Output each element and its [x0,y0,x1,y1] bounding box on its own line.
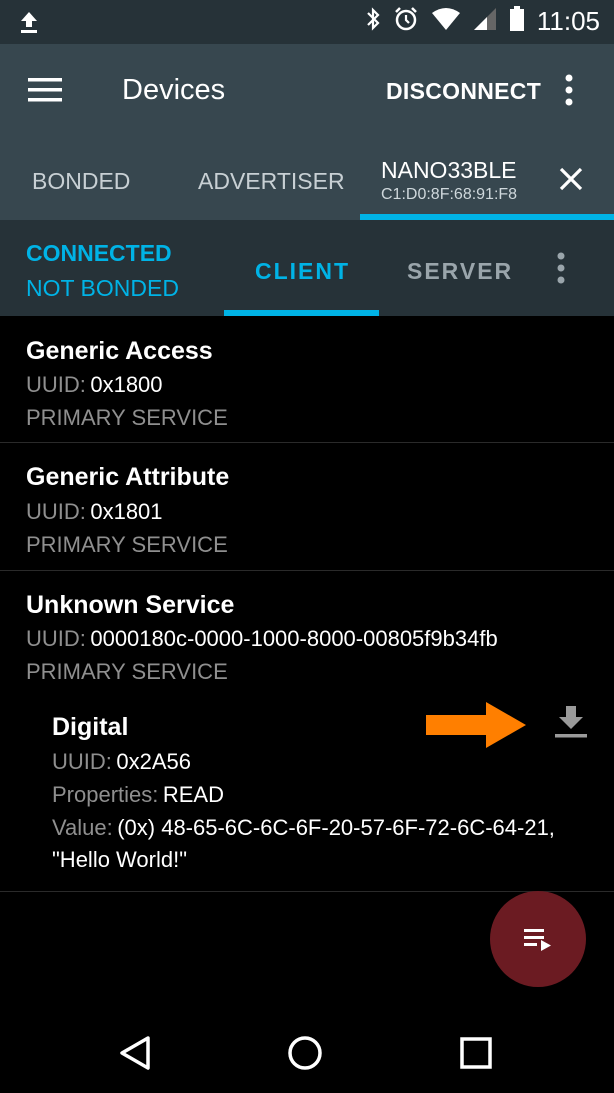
service-uuid: 0x1800 [90,372,163,397]
app-toolbar: Devices DISCONNECT [0,44,614,140]
service-name: Generic Attribute [26,463,230,491]
system-nav-bar [0,1013,614,1093]
service-uuid: 0000180c-0000-1000-8000-00805f9b34fb [90,626,498,651]
alarm-icon [393,6,419,37]
more-vert-icon[interactable] [556,252,566,289]
disconnect-button[interactable]: DISCONNECT [386,78,541,105]
service-type: PRIMARY SERVICE [26,405,228,430]
menu-icon[interactable] [28,78,62,107]
recent-apps-icon[interactable] [460,1037,492,1074]
service-type: PRIMARY SERVICE [26,532,228,557]
tab-advertiser[interactable]: ADVERTISER [198,168,345,195]
back-icon[interactable] [118,1035,152,1076]
wifi-icon [431,7,461,36]
device-name: NANO33BLE [381,157,517,183]
connection-status: CONNECTED NOT BONDED [26,240,179,302]
uuid-label: UUID: [52,749,112,774]
uuid-label: UUID: [26,499,86,524]
clock: 11:05 [536,6,600,36]
tab-client[interactable]: CLIENT [255,258,350,285]
annotation-arrow-icon [424,700,528,755]
characteristic-value-text: "Hello World!" [52,847,188,872]
bond-status[interactable]: NOT BONDED [26,275,179,302]
status-bar: 11:05 [0,0,614,44]
characteristic-properties: READ [162,782,224,807]
battery-icon [509,6,525,37]
service-item[interactable]: Generic Access UUID: 0x1800 PRIMARY SERV… [0,316,614,443]
connection-bar: CONNECTED NOT BONDED CLIENT SERVER [0,220,614,316]
service-item[interactable]: Generic Attribute UUID: 0x1801 PRIMARY S… [0,443,614,571]
device-tabs: BONDED ADVERTISER NANO33BLE C1:D0:8F:68:… [0,140,614,220]
read-download-icon[interactable] [552,704,590,745]
service-name: Unknown Service [26,591,235,619]
properties-label: Properties: [52,782,159,807]
uuid-label: UUID: [26,372,86,397]
connected-status: CONNECTED [26,240,172,266]
value-label: Value: [52,815,113,840]
home-icon[interactable] [287,1035,323,1076]
more-vert-icon[interactable] [564,74,574,111]
signal-icon [473,7,497,36]
uuid-label: UUID: [26,626,86,651]
characteristic-name: Digital [52,713,129,741]
service-type: PRIMARY SERVICE [26,659,228,684]
characteristic-value-hex: (0x) 48-65-6C-6C-6F-20-57-6F-72-6C-64-21… [117,815,555,840]
log-fab-button[interactable] [490,891,586,987]
tab-server[interactable]: SERVER [407,258,513,285]
bluetooth-icon [365,6,381,37]
log-list-icon [524,929,551,951]
device-mac: C1:D0:8F:68:91:F8 [381,186,518,203]
page-title: Devices [122,74,226,106]
upload-icon [18,10,40,39]
tab-bonded[interactable]: BONDED [32,168,130,195]
tab-device[interactable]: NANO33BLE C1:D0:8F:68:91:F8 [381,157,517,204]
characteristic-uuid: 0x2A56 [116,749,191,774]
close-icon[interactable] [558,166,584,197]
service-name: Generic Access [26,337,213,365]
service-uuid: 0x1801 [90,499,163,524]
